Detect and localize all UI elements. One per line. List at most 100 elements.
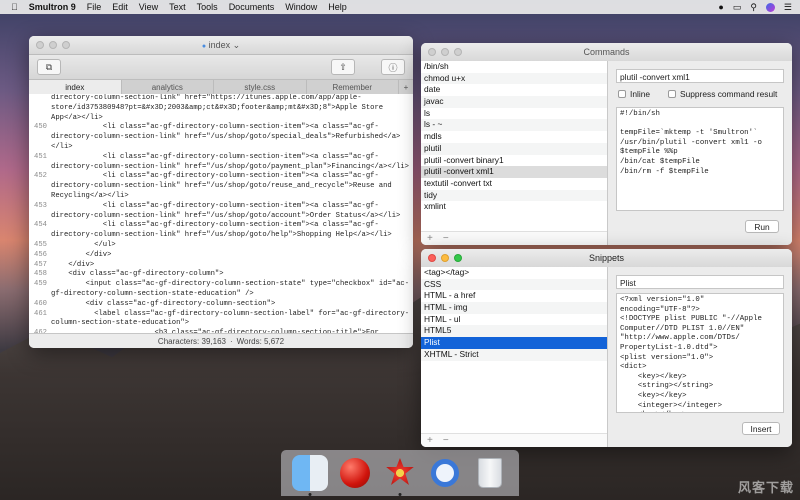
list-item[interactable]: plutil -convert xml1 — [421, 166, 607, 178]
command-script-editor[interactable]: #!/bin/sh tempFile=`mktemp -t 'Smultron'… — [616, 107, 784, 211]
menu-tools[interactable]: Tools — [197, 2, 218, 12]
minimize-button[interactable] — [441, 254, 449, 262]
list-item[interactable]: /bin/sh — [421, 61, 607, 73]
menu-text[interactable]: Text — [169, 2, 186, 12]
code-line: 453 <li class="ac-gf-directory-column-se… — [29, 202, 413, 222]
snippets-window: Snippets <tag></tag> CSS HTML - a href HTML… — [421, 249, 792, 447]
code-text: <label class="ac-gf-directory-column-sec… — [51, 309, 410, 328]
user-icon[interactable]: ● — [718, 2, 723, 12]
remove-snippet-button[interactable]: − — [443, 435, 449, 446]
menu-help[interactable]: Help — [328, 2, 347, 12]
info-icon: ⓘ — [388, 62, 398, 73]
suppress-result-checkbox[interactable]: Suppress command result — [668, 89, 777, 99]
list-item[interactable]: HTML - a href — [421, 290, 607, 302]
line-number: 459 — [34, 280, 47, 289]
add-snippet-button[interactable]: + — [427, 435, 433, 446]
code-line: 454 <li class="ac-gf-directory-column-se… — [29, 221, 413, 241]
menu-documents[interactable]: Documents — [229, 2, 275, 12]
snippet-name-field[interactable]: Plist — [616, 275, 784, 289]
menu-edit[interactable]: Edit — [112, 2, 128, 12]
chevron-down-icon[interactable]: ⌄ — [233, 40, 241, 50]
editor-toolbar: ⧉ ⇧ ⓘ — [29, 55, 413, 80]
tab-style-css[interactable]: style.css — [214, 80, 307, 95]
list-item[interactable]: plutil -convert binary1 — [421, 155, 607, 167]
documents-button[interactable]: ⧉ — [37, 59, 61, 75]
tab-analytics[interactable]: analytics — [122, 80, 214, 95]
command-name-field[interactable]: plutil -convert xml1 — [616, 69, 784, 83]
siri-icon[interactable] — [765, 2, 775, 12]
close-button[interactable] — [36, 41, 44, 49]
list-item[interactable]: CSS — [421, 278, 607, 291]
list-item[interactable]: chmod u+x — [421, 72, 607, 85]
code-line: 455 </ul> — [29, 241, 413, 251]
words-count: Words: 5,672 — [236, 336, 285, 346]
edited-dot-icon: ● — [201, 42, 207, 50]
list-item[interactable]: plutil — [421, 142, 607, 155]
list-item[interactable]: <tag></tag> — [421, 267, 607, 279]
trash-icon[interactable] — [472, 455, 508, 491]
tab-index[interactable]: index — [29, 80, 122, 95]
finder-icon[interactable] — [291, 455, 328, 496]
commands-window-title: Commands — [583, 47, 630, 57]
list-item[interactable]: javac — [421, 96, 607, 108]
code-text: <li class="ac-gf-directory-column-sectio… — [51, 152, 409, 171]
list-item[interactable]: mdls — [421, 131, 607, 143]
code-editor[interactable]: directory-column-section-link" href="htt… — [29, 94, 413, 334]
search-icon[interactable]: ⚲ — [750, 2, 757, 13]
zoom-button[interactable] — [454, 254, 462, 262]
minimize-button[interactable] — [441, 48, 449, 56]
close-button[interactable] — [428, 254, 436, 262]
inline-checkbox[interactable]: Inline — [618, 89, 650, 99]
airplay-icon[interactable]: ▭ — [733, 2, 742, 13]
ball-app-icon[interactable] — [337, 455, 373, 491]
watermark-text: 风客下载 — [737, 480, 794, 495]
list-item[interactable]: HTML5 — [421, 325, 607, 338]
list-item[interactable]: Plist — [421, 337, 607, 349]
menu-view[interactable]: View — [139, 2, 158, 12]
insert-button[interactable]: Insert — [742, 422, 780, 435]
add-tab-button[interactable]: + — [399, 80, 413, 95]
quicktime-icon[interactable] — [427, 455, 463, 491]
list-item[interactable]: ls - ~ — [421, 119, 607, 132]
tab-remember[interactable]: Remember — [307, 80, 399, 95]
list-item[interactable]: xmlint — [421, 201, 607, 213]
list-item[interactable]: HTML - img — [421, 302, 607, 314]
command-detail: plutil -convert xml1 Inline Suppress com… — [608, 61, 792, 245]
apple-icon[interactable]:  — [11, 2, 18, 12]
code-text: <li class="ac-gf-directory-column-sectio… — [51, 221, 392, 240]
zoom-button[interactable] — [454, 48, 462, 56]
snippet-text-editor[interactable]: <?xml version="1.0" encoding="UTF-8"?> <… — [616, 293, 784, 413]
editor-statusbar: Characters: 39,163 · Words: 5,672 — [29, 333, 413, 348]
close-button[interactable] — [428, 48, 436, 56]
menu-app-name[interactable]: Smultron 9 — [29, 2, 76, 12]
menu-list-icon[interactable]: ☰ — [784, 2, 792, 13]
running-indicator — [308, 493, 312, 496]
code-text: <div class="ac-gf-directory-column"> — [51, 270, 224, 279]
remove-command-button[interactable]: − — [443, 233, 449, 244]
menu-file[interactable]: File — [87, 2, 102, 12]
info-button[interactable]: ⓘ — [381, 59, 405, 75]
line-number: 451 — [34, 152, 47, 161]
add-command-button[interactable]: + — [427, 233, 433, 244]
code-line: 451 <li class="ac-gf-directory-column-se… — [29, 153, 413, 173]
code-line: 461 <label class="ac-gf-directory-column… — [29, 310, 413, 330]
snippets-list: <tag></tag> CSS HTML - a href HTML - img HTM… — [421, 267, 608, 447]
list-item[interactable]: HTML - ul — [421, 314, 607, 326]
code-line: 457 </div> — [29, 261, 413, 271]
status-separator: · — [229, 336, 233, 346]
menu-bar:  Smultron 9 File Edit View Text Tools D… — [0, 0, 800, 14]
menu-window[interactable]: Window — [285, 2, 317, 12]
list-item[interactable]: tidy — [421, 189, 607, 202]
run-button[interactable]: Run — [745, 220, 779, 233]
editor-window-title: index — [208, 39, 231, 50]
list-item[interactable]: XHTML - Strict — [421, 348, 607, 361]
list-item[interactable]: textutil -convert txt — [421, 178, 607, 190]
list-item[interactable]: ls — [421, 108, 607, 120]
smultron-icon[interactable] — [382, 455, 418, 496]
share-button[interactable]: ⇧ — [331, 59, 355, 75]
minimize-button[interactable] — [49, 41, 57, 49]
suppress-label: Suppress command result — [680, 89, 778, 99]
list-item[interactable]: date — [421, 84, 607, 96]
code-line: 458 <div class="ac-gf-directory-column"> — [29, 270, 413, 280]
zoom-button[interactable] — [62, 41, 70, 49]
